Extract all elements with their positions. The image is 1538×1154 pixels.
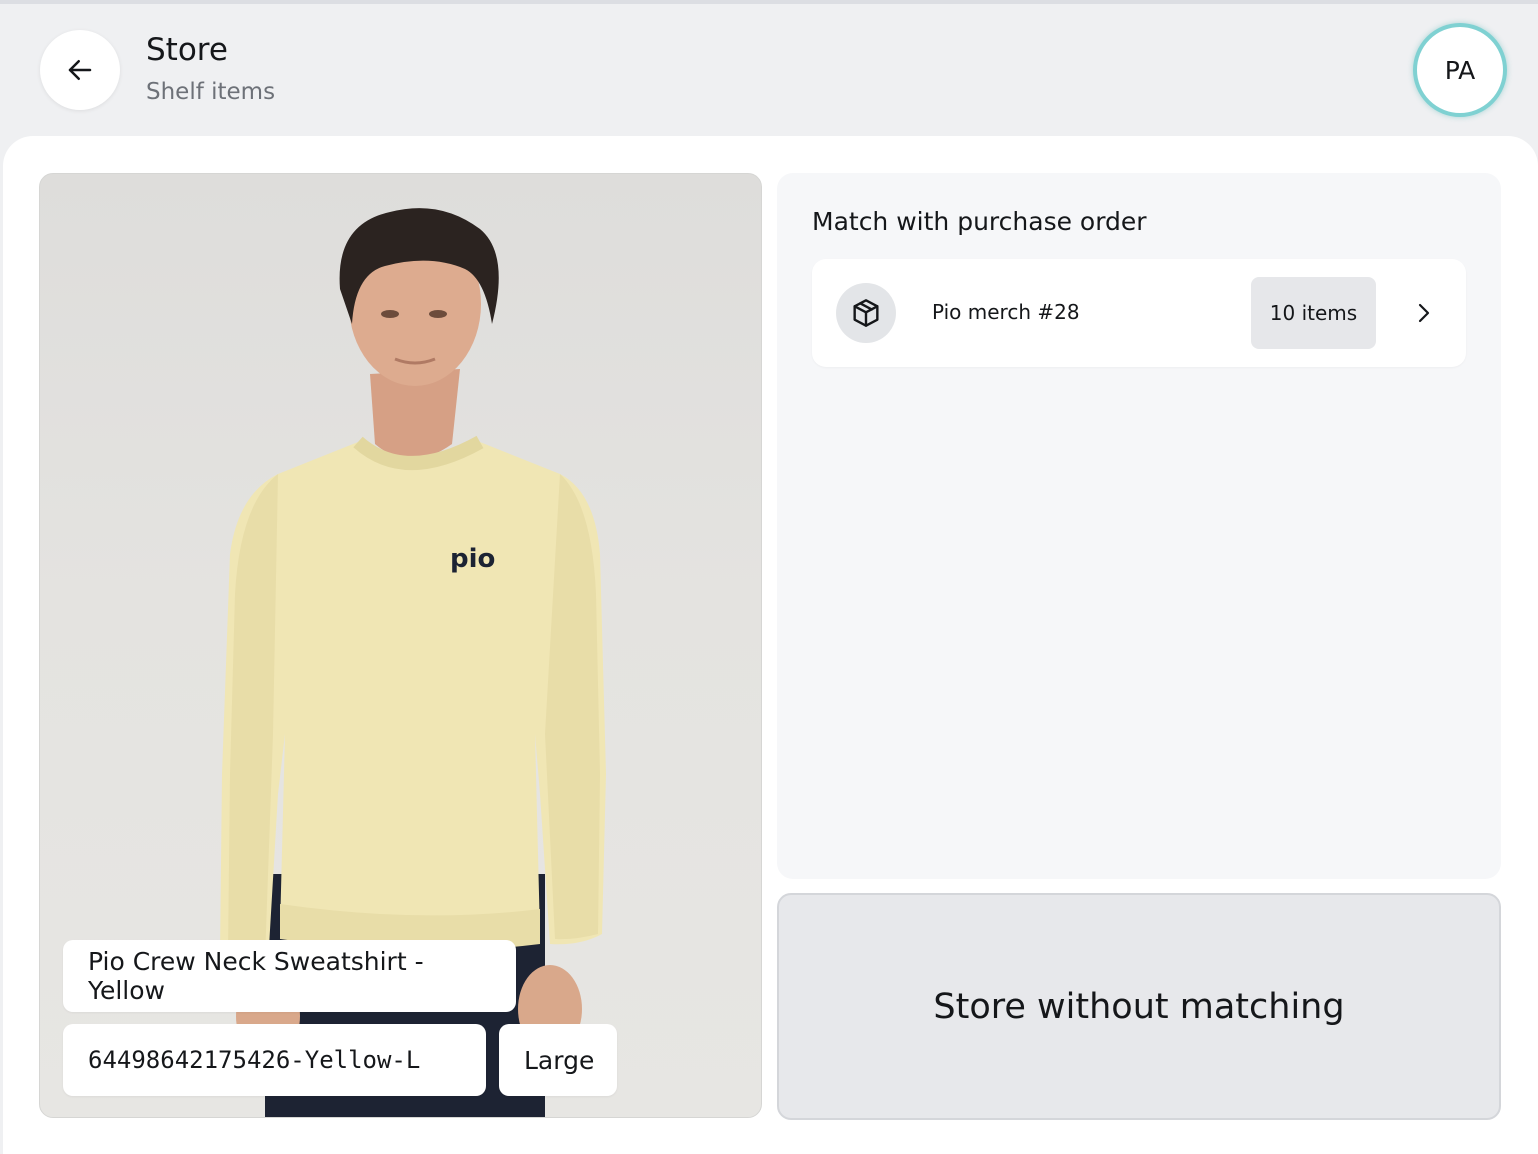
match-title: Match with purchase order xyxy=(812,207,1147,236)
store-without-matching-button[interactable]: Store without matching xyxy=(777,893,1501,1120)
page-title: Store xyxy=(146,32,228,68)
product-name-tag: Pio Crew Neck Sweatshirt - Yellow xyxy=(63,940,516,1012)
purchase-order-row[interactable]: Pio merch #28 10 items xyxy=(812,259,1466,367)
back-button[interactable] xyxy=(40,30,120,110)
order-icon-container xyxy=(836,283,896,343)
product-image: pio Pio Crew Neck Sweatshirt - Yellow 64… xyxy=(39,173,762,1118)
chevron-right-icon xyxy=(1418,303,1430,323)
arrow-left-icon xyxy=(68,60,92,80)
package-icon xyxy=(853,299,879,327)
page-subtitle: Shelf items xyxy=(146,79,276,105)
match-purchase-order-panel: Match with purchase order Pio merch #28 … xyxy=(777,173,1501,879)
user-avatar[interactable]: PA xyxy=(1413,23,1507,117)
top-border xyxy=(0,0,1538,4)
chest-logo: pio xyxy=(450,544,495,574)
order-name: Pio merch #28 xyxy=(932,300,1080,324)
product-size: Large xyxy=(524,1045,595,1075)
order-item-count-badge: 10 items xyxy=(1251,277,1376,349)
avatar-initials: PA xyxy=(1444,55,1476,85)
sku-tag: 64498642175426-Yellow-L xyxy=(63,1024,486,1096)
product-sku: 64498642175426-Yellow-L xyxy=(88,1046,421,1074)
product-name: Pio Crew Neck Sweatshirt - Yellow xyxy=(88,947,424,1005)
size-tag: Large xyxy=(499,1024,617,1096)
